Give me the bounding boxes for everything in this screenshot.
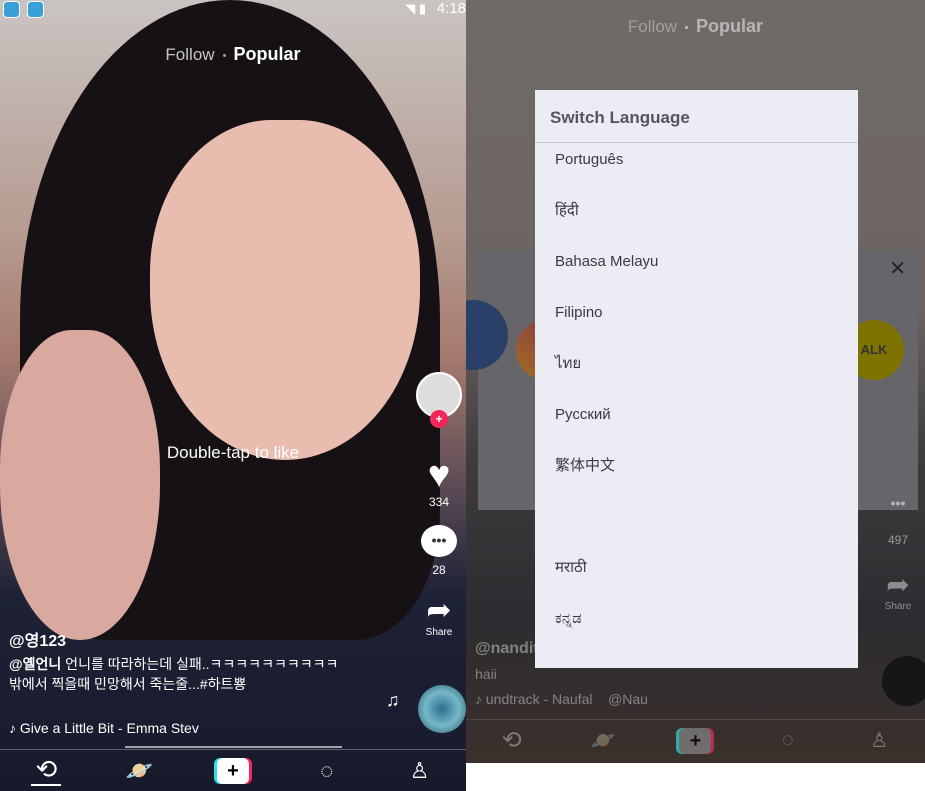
home-refresh-icon[interactable]: ⟲ bbox=[497, 726, 527, 756]
share-arrow-icon: ➦ bbox=[886, 569, 910, 600]
language-option[interactable]: ไทย bbox=[535, 354, 858, 405]
tiktok-note-icon: ♪ bbox=[475, 691, 486, 707]
music-title: Give a Little Bit - Emma Stev bbox=[19, 720, 199, 736]
double-tap-hint: Double-tap to like bbox=[166, 443, 300, 462]
language-option[interactable] bbox=[535, 507, 858, 558]
video-description: haii bbox=[475, 666, 497, 682]
comment-button[interactable]: ••• 497 bbox=[875, 495, 921, 547]
mention-link[interactable]: @옐언니 bbox=[9, 656, 61, 672]
bottom-nav: ⟲ 🪐 + ◌ ♙ bbox=[466, 719, 925, 761]
dialog-title: Switch Language bbox=[535, 90, 858, 143]
video-content-hand bbox=[0, 330, 160, 640]
share-button[interactable]: ➦ Share bbox=[416, 594, 462, 639]
language-list[interactable]: Português हिंदी Bahasa Melayu Filipino ไ… bbox=[535, 150, 858, 660]
like-button[interactable]: ♥ 334 bbox=[416, 455, 462, 509]
create-plus-button[interactable]: + bbox=[679, 727, 712, 754]
share-button[interactable]: ➦ Share bbox=[875, 568, 921, 612]
inbox-message-icon[interactable]: ◌ bbox=[773, 726, 803, 756]
tab-follow[interactable]: Follow bbox=[628, 17, 677, 36]
comment-icon: ••• bbox=[890, 495, 906, 511]
music-title: undtrack - Naufal bbox=[485, 691, 593, 707]
tiktok-note-icon: ♪ bbox=[9, 720, 20, 736]
language-option[interactable]: Filipino bbox=[535, 303, 858, 354]
share-arrow-icon: ➦ bbox=[426, 594, 452, 627]
comment-icon: ••• bbox=[421, 525, 457, 557]
inbox-message-icon[interactable]: ◌ bbox=[312, 756, 342, 786]
language-dialog-screen: Follow Popular ALK ✕ ••• 497 ➦ Share @nan… bbox=[466, 0, 925, 763]
create-plus-button[interactable]: + bbox=[216, 757, 249, 784]
status-bar: ◥ ▮ 4:18 bbox=[0, 0, 466, 20]
switch-language-dialog: Switch Language Português हिंदी Bahasa M… bbox=[535, 90, 858, 668]
kakaotalk-label: ALK bbox=[860, 342, 888, 357]
close-icon[interactable]: ✕ bbox=[889, 256, 906, 281]
language-option[interactable]: Bahasa Melayu bbox=[535, 252, 858, 303]
music-info[interactable]: ♪ Give a Little Bit - Emma Stev bbox=[9, 720, 199, 736]
video-author[interactable]: @영123 bbox=[9, 627, 66, 651]
feed-tabs: Follow Popular bbox=[0, 44, 466, 65]
music-disc-button[interactable] bbox=[418, 685, 466, 733]
comment-count: 497 bbox=[887, 533, 909, 547]
tab-follow[interactable]: Follow bbox=[165, 45, 214, 64]
video-content-face bbox=[150, 120, 420, 460]
music-disc-button[interactable] bbox=[882, 656, 925, 706]
clock: 4:18 bbox=[436, 0, 466, 17]
like-count: 334 bbox=[428, 495, 450, 509]
feed-tabs: Follow Popular bbox=[466, 16, 925, 37]
discover-planet-icon[interactable]: 🪐 bbox=[588, 726, 618, 756]
video-description: @옐언니 언니를 따라하는데 실패..ㅋㅋㅋㅋㅋㅋㅋㅋㅋㅋ밖에서 찍을때 민망해… bbox=[9, 654, 339, 694]
wifi-signal-battery-icon: ◥ ▮ bbox=[405, 1, 426, 16]
language-option[interactable]: 繁体中文 bbox=[535, 456, 858, 507]
bottom-nav: ⟲ 🪐 + ◌ ♙ bbox=[0, 749, 466, 791]
creator-avatar[interactable]: + bbox=[416, 372, 462, 428]
music-info[interactable]: ♪ undtrack - Naufal @Nau bbox=[475, 691, 648, 707]
tab-popular[interactable]: Popular bbox=[696, 16, 763, 36]
profile-icon[interactable]: ♙ bbox=[864, 726, 894, 756]
follow-plus-icon[interactable]: + bbox=[430, 410, 448, 428]
share-label: Share bbox=[425, 627, 453, 638]
music-author: @Nau bbox=[608, 691, 648, 707]
facebook-share-icon[interactable] bbox=[466, 300, 508, 370]
comment-button[interactable]: ••• 28 bbox=[416, 525, 462, 577]
share-label: Share bbox=[884, 601, 912, 612]
language-option[interactable]: मराठी bbox=[535, 558, 858, 609]
tab-popular[interactable]: Popular bbox=[234, 44, 301, 64]
language-option[interactable]: Português bbox=[535, 150, 858, 201]
progress-bar bbox=[125, 746, 342, 748]
comment-count: 28 bbox=[432, 563, 446, 577]
profile-icon[interactable]: ♙ bbox=[405, 756, 435, 786]
discover-planet-icon[interactable]: 🪐 bbox=[124, 756, 154, 786]
language-option[interactable]: हिंदी bbox=[535, 201, 858, 252]
app-notification-icon bbox=[3, 1, 20, 18]
language-option[interactable]: ಕನ್ನಡ bbox=[535, 609, 858, 660]
home-refresh-icon[interactable]: ⟲ bbox=[31, 754, 62, 786]
video-feed-screen: ◥ ▮ 4:18 Follow Popular Double-tap to lik… bbox=[0, 0, 466, 791]
heart-icon: ♥ bbox=[427, 454, 451, 496]
music-note-icon: ♫ bbox=[386, 690, 400, 710]
app-notification-icon bbox=[27, 1, 44, 18]
language-option[interactable]: Русский bbox=[535, 405, 858, 456]
